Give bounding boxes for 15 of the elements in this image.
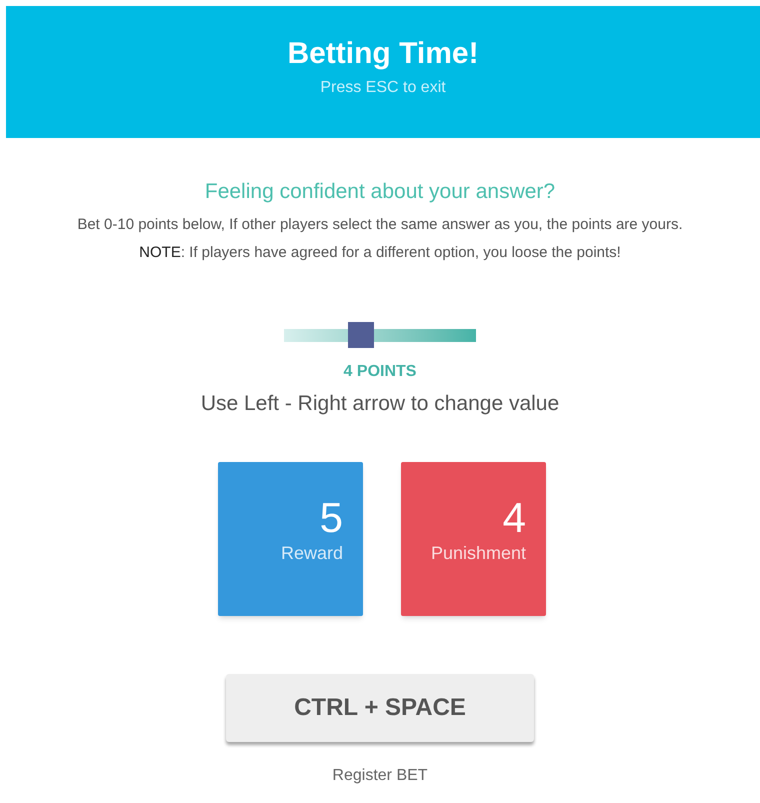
page-title: Betting Time! — [287, 36, 479, 72]
slider-thumb[interactable] — [348, 322, 374, 348]
points-slider[interactable] — [284, 322, 476, 348]
description-text: Bet 0-10 points below, If other players select the same answer as you, the points are yours. — [76, 216, 684, 234]
exit-hint: Press ESC to exit — [320, 78, 446, 98]
button-caption: Register BET — [332, 766, 428, 786]
score-label: Reward — [280, 542, 343, 564]
points-reading: 4 POINTS — [344, 362, 416, 382]
register-bet-button[interactable]: CTRL + SPACE — [226, 674, 534, 742]
score-value: 5 — [320, 494, 343, 542]
note-text: NOTE: If players have agreed for a different option, you loose the points! — [139, 242, 621, 262]
question-heading: Feeling confident about your answer? — [204, 179, 556, 205]
score-label: Punishment — [430, 542, 526, 564]
score-value: 4 — [502, 494, 526, 542]
slider-hint: Use Left - Right arrow to change value — [200, 391, 560, 417]
